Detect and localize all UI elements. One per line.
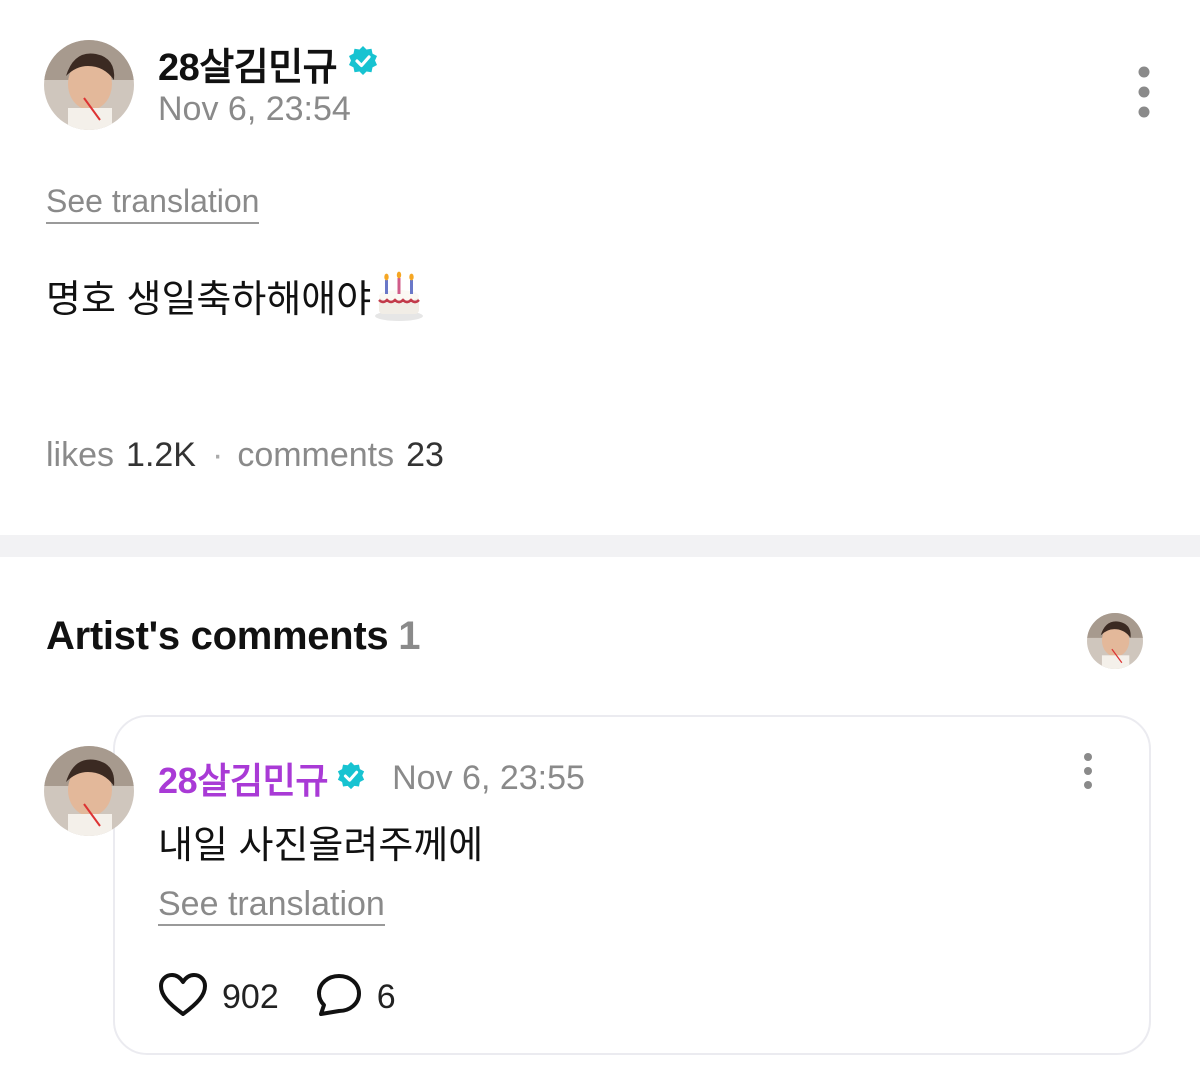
artist-comments-heading: Artist's comments 1 — [46, 614, 421, 659]
reply-button[interactable]: 6 — [315, 972, 396, 1023]
artist-comments-title: Artist's comments — [46, 614, 389, 658]
likes-count[interactable]: 1.2K — [126, 436, 196, 475]
post-body: 명호 생일축하해애야 — [46, 268, 425, 323]
verified-badge-icon — [336, 761, 366, 796]
like-count: 902 — [222, 978, 279, 1016]
more-options-icon[interactable] — [1128, 64, 1160, 120]
comment-author-name[interactable]: 28살김민규 — [158, 752, 329, 804]
section-divider — [0, 535, 1200, 557]
comment-author-avatar[interactable] — [44, 746, 134, 836]
comments-label[interactable]: comments — [237, 436, 394, 475]
comment-timestamp: Nov 6, 23:55 — [392, 758, 585, 797]
birthday-cake-icon — [373, 270, 425, 322]
see-translation-link[interactable]: See translation — [46, 182, 260, 224]
comment-more-options-icon[interactable] — [1072, 752, 1104, 792]
comment-text: 내일 사진올려주께에 — [158, 825, 484, 867]
reply-count: 6 — [376, 978, 396, 1016]
comment-author: 28살김민규 Nov 6, 23:55 — [158, 752, 585, 804]
post-author: 28살김민규 — [158, 36, 379, 91]
verified-badge-icon — [347, 45, 379, 82]
heart-icon — [158, 972, 208, 1023]
comment-see-translation-link[interactable]: See translation — [158, 884, 385, 926]
post-stats: likes 1.2K · comments 23 — [46, 436, 444, 475]
artist-comments-count: 1 — [398, 614, 421, 658]
comment-actions: 902 6 — [158, 972, 396, 1023]
author-avatar[interactable] — [44, 40, 134, 130]
comments-count[interactable]: 23 — [406, 436, 444, 475]
like-button[interactable]: 902 — [158, 972, 279, 1023]
post-timestamp: Nov 6, 23:54 — [158, 90, 351, 128]
artist-filter-avatar[interactable] — [1087, 613, 1143, 669]
likes-label[interactable]: likes — [46, 436, 114, 475]
stats-separator: · — [211, 436, 224, 474]
comment-bubble-icon — [315, 972, 363, 1023]
post-text: 명호 생일축하해애야 — [46, 279, 372, 321]
author-name[interactable]: 28살김민규 — [158, 36, 338, 91]
